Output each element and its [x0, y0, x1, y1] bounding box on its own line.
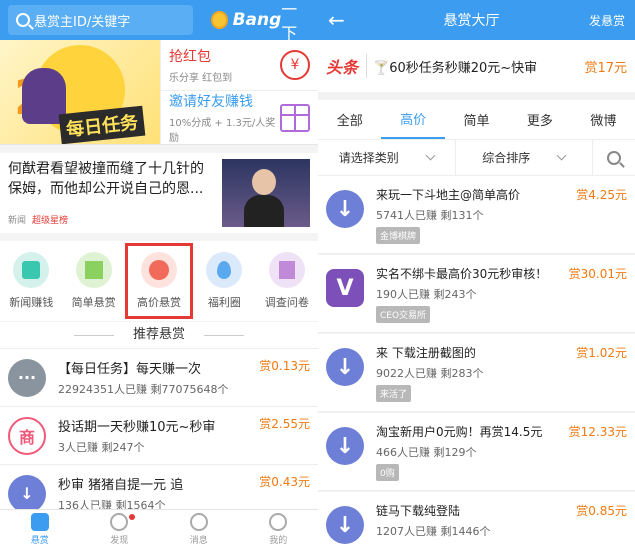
promo-text: 🍸60秒任务秒赚20元~快审 — [373, 60, 538, 76]
promo-reward: 赏17元 — [584, 60, 627, 76]
task-row[interactable]: ··· 【每日任务】每天赚一次 22924351人已赚 剩77075648个 赏… — [0, 348, 318, 406]
download-icon: ↓ — [326, 348, 364, 386]
reward-tab-icon — [30, 513, 49, 531]
reward-label: 赏0.85元 — [576, 504, 627, 518]
red-packet-row[interactable]: 抢红包 乐分享 红包到 ¥ — [160, 40, 318, 91]
news-thumbnail — [222, 159, 310, 227]
task-row[interactable]: ↓ 链马下载纯登陆 1207人已赚 剩1446个 赏0.85元 — [318, 492, 635, 549]
task-row[interactable]: ↓ 来 下载注册截图的 9022人已赚 剩283个 来活了 赏1.02元 — [318, 334, 635, 412]
back-arrow-icon[interactable]: ← — [328, 8, 368, 32]
task-row[interactable]: ↓ 来玩一下斗地主@简单高价 5741人已赚 剩131个 金博棋牌 赏4.25元 — [318, 176, 635, 254]
tab-discover[interactable]: 发现 — [80, 510, 160, 549]
left-screen: 悬赏主ID/关键字 Bang 一下 2 每日任务 抢红包 乐分享 红包到 ¥ — [0, 0, 318, 549]
welfare-drop-icon — [206, 252, 243, 288]
reward-label: 赏1.02元 — [576, 346, 627, 360]
survey-icon — [268, 252, 305, 288]
category-tabs: 全部 高价 简单 更多 微博 — [318, 100, 635, 140]
red-packet-icon: ¥ — [280, 50, 310, 80]
red-packet-title: 抢红包 — [169, 49, 211, 65]
tab-more[interactable]: 更多 — [508, 100, 571, 139]
publisher-tag: 来活了 — [376, 385, 412, 402]
icon-welfare[interactable]: 福利圈 — [193, 241, 255, 321]
invite-sub: 10%分成 + 1.3元/人奖励 — [169, 118, 276, 144]
invite-title: 邀请好友赚钱 — [169, 94, 253, 110]
reward-label: 赏0.43元 — [259, 475, 310, 489]
news-tag: 超级星榜 — [32, 216, 69, 226]
tab-high-price[interactable]: 高价 — [381, 100, 445, 139]
tab-reward[interactable]: 悬赏 — [0, 510, 80, 549]
reward-label: 赏30.01元 — [568, 267, 627, 281]
high-reward-icon — [141, 252, 178, 288]
banner: 2 每日任务 抢红包 乐分享 红包到 ¥ 邀请好友赚钱 10%分成 + 1.3元… — [0, 40, 318, 145]
right-screen: ← 悬赏大厅 发悬赏 头条 🍸60秒任务秒赚20元~快审 赏17元 全部 高价 … — [318, 0, 635, 549]
category-filter[interactable]: 请选择类别 — [318, 140, 456, 175]
brand-en: Bang — [232, 10, 282, 30]
reward-label: 赏4.25元 — [576, 188, 627, 202]
search-input[interactable]: 悬赏主ID/关键字 — [8, 5, 193, 35]
page-title: 悬赏大厅 — [443, 13, 500, 29]
news-title: 何猷君看望被撞而缝了十几针的保姆，而他却公开说自己的恩... — [8, 161, 204, 197]
simple-reward-icon — [75, 252, 112, 288]
download-icon: ↓ — [326, 427, 364, 465]
right-top-bar: ← 悬赏大厅 发悬赏 — [318, 0, 635, 40]
brand-cn: 一下 — [281, 0, 298, 43]
search-icon — [607, 150, 621, 165]
category-icons: 新闻赚钱 简单悬赏 高价悬赏 福利圈 调查问卷 — [0, 241, 318, 321]
toutiao-logo: 头条 — [326, 54, 368, 78]
publish-reward-button[interactable]: 发悬赏 — [575, 12, 625, 29]
invite-friends-row[interactable]: 邀请好友赚钱 10%分成 + 1.3元/人奖励 — [160, 91, 318, 144]
news-earn-icon — [13, 252, 50, 288]
download-icon: ↓ — [326, 190, 364, 228]
icon-high-reward[interactable]: 高价悬赏 — [124, 243, 194, 319]
promo-banner[interactable]: 头条 🍸60秒任务秒赚20元~快审 赏17元 — [318, 40, 635, 92]
ceo-exchange-icon: V — [326, 269, 364, 307]
icon-survey[interactable]: 调查问卷 — [256, 241, 318, 321]
publisher-tag: 0购 — [376, 464, 399, 481]
filter-bar: 请选择类别 综合排序 — [318, 140, 635, 176]
bang-brand[interactable]: Bang 一下 — [211, 0, 310, 44]
search-icon — [16, 13, 30, 27]
tab-me[interactable]: 我的 — [239, 510, 319, 549]
coin-icon — [211, 11, 228, 29]
publisher-tag: 金博棋牌 — [376, 227, 421, 244]
task-row[interactable]: ↓ 淘宝新用户0元购！再赏14.5元 466人已赚 剩129个 0购 赏12.3… — [318, 413, 635, 491]
palette-icon — [110, 513, 129, 531]
tab-weibo[interactable]: 微博 — [572, 100, 635, 139]
download-icon: ↓ — [326, 506, 364, 544]
news-item[interactable]: 何猷君看望被撞而缝了十几针的保姆，而他却公开说自己的恩... 新闻 超级星榜 — [0, 153, 318, 233]
shop-icon: 商 — [8, 416, 46, 455]
gift-icon — [280, 103, 310, 132]
daily-task-banner[interactable]: 2 每日任务 — [0, 40, 160, 144]
search-button[interactable] — [593, 140, 635, 175]
red-packet-sub: 乐分享 红包到 — [169, 73, 233, 84]
dots-icon: ··· — [8, 358, 46, 397]
chevron-down-icon — [425, 150, 436, 161]
left-top-bar: 悬赏主ID/关键字 Bang 一下 — [0, 0, 318, 43]
chevron-down-icon — [556, 150, 567, 161]
icon-news-earn[interactable]: 新闻赚钱 — [0, 241, 62, 321]
profile-icon — [269, 513, 288, 531]
sort-filter[interactable]: 综合排序 — [456, 140, 593, 175]
reward-label: 赏0.13元 — [259, 359, 310, 373]
task-row[interactable]: V 实名不绑卡最高价30元秒审核！ 190人已赚 剩243个 CEO交易所 赏3… — [318, 255, 635, 333]
icon-simple-reward[interactable]: 简单悬赏 — [62, 241, 124, 321]
download-icon: ↓ — [8, 474, 46, 513]
publisher-tag: CEO交易所 — [376, 306, 431, 323]
reward-label: 赏12.33元 — [568, 425, 627, 439]
news-source: 新闻 — [8, 216, 27, 226]
bottom-tab-bar: 悬赏 发现 消息 我的 — [0, 509, 318, 549]
tab-messages[interactable]: 消息 — [159, 510, 239, 549]
tab-all[interactable]: 全部 — [318, 100, 381, 139]
chat-icon — [189, 513, 208, 531]
search-placeholder: 悬赏主ID/关键字 — [34, 14, 131, 30]
task-row[interactable]: 商 投话期一天秒赚10元~秒审 3人已赚 剩247个 赏2.55元 — [0, 406, 318, 464]
notification-dot — [129, 514, 135, 520]
recommend-title: 推荐悬赏 — [0, 322, 318, 348]
reward-label: 赏2.55元 — [259, 417, 310, 431]
tab-simple[interactable]: 简单 — [445, 100, 508, 139]
